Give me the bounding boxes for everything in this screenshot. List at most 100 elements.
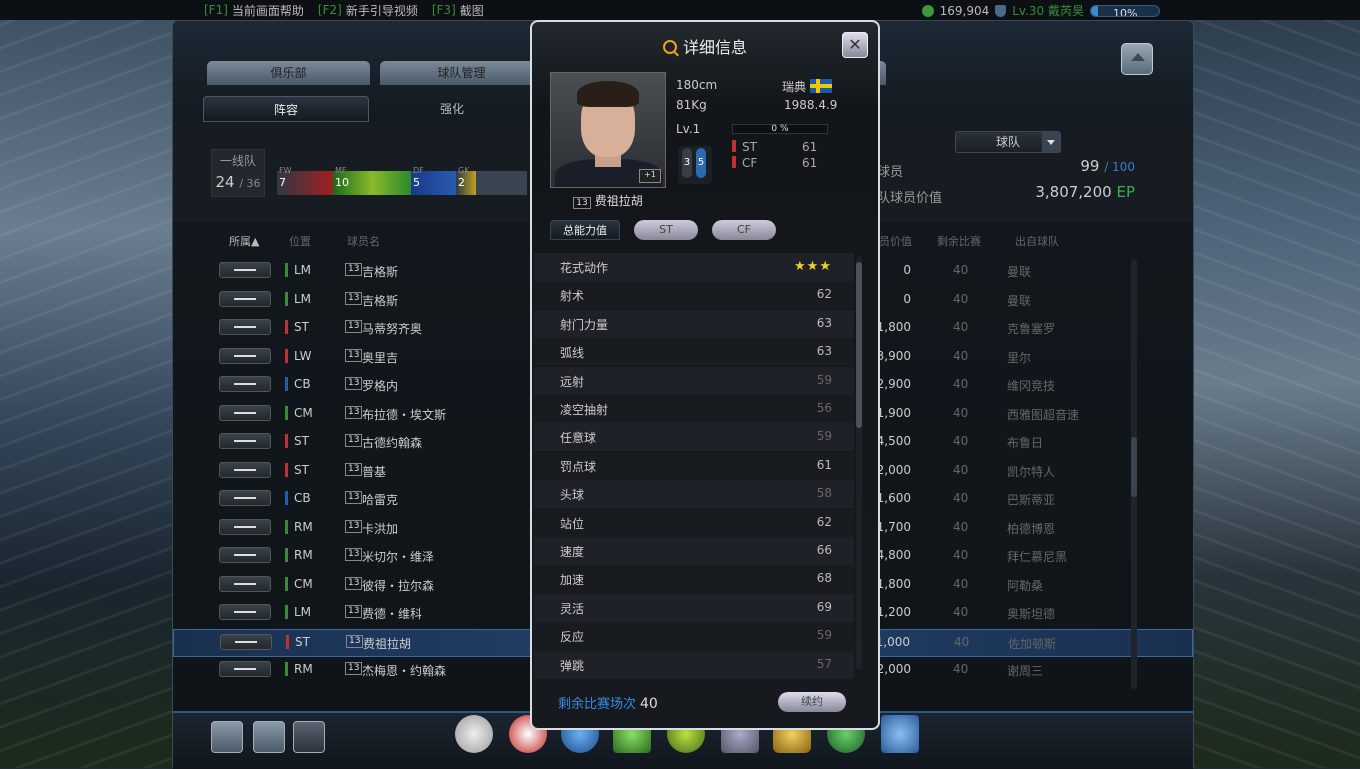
- skill-stars: ★★★: [794, 259, 832, 274]
- row-player-value: 1,000: [875, 634, 910, 649]
- col-player-value[interactable]: 员价值: [879, 233, 912, 249]
- tab-overall[interactable]: 总能力值: [550, 220, 620, 240]
- eject-button[interactable]: [1121, 43, 1153, 75]
- stat-value: 66: [816, 543, 832, 557]
- row-remaining: 40: [953, 377, 969, 391]
- row-season-badge: 13: [345, 377, 363, 390]
- col-player-name[interactable]: 球员名: [347, 233, 380, 249]
- sweden-flag-icon: [810, 79, 833, 93]
- stat-list: 花式动作 ★★★ 射术 62 射门力量 63 弧线 63 远射 59 凌空抽射 56 任意球 59 罚点球…: [534, 253, 854, 681]
- row-player-name: 马蒂努齐奥: [362, 322, 423, 336]
- row-toggle-button[interactable]: [219, 661, 271, 677]
- table-scrollbar[interactable]: [1131, 259, 1137, 689]
- cf-color-tag: [732, 156, 736, 168]
- mail-icon[interactable]: [293, 721, 325, 753]
- row-position: LM: [285, 291, 311, 306]
- tab-cf[interactable]: CF: [712, 220, 776, 240]
- stat-row: 反应 59: [534, 622, 854, 651]
- chevron-down-icon: [1042, 132, 1060, 152]
- row-season-badge: 13: [345, 605, 363, 618]
- stadium-background-right: [1190, 0, 1360, 768]
- level-progress-text: 0 %: [771, 124, 789, 134]
- row-player-value: 2,900: [876, 377, 911, 391]
- player-nation: 瑞典: [782, 78, 833, 95]
- stat-row: 远射 59: [534, 366, 854, 395]
- close-button[interactable]: ✕: [842, 32, 868, 58]
- col-origin-club[interactable]: 出自球队: [1015, 233, 1059, 249]
- stat-scroll-thumb[interactable]: [856, 262, 862, 428]
- row-club: 克鲁塞罗: [1007, 322, 1056, 336]
- row-toggle-button[interactable]: [219, 262, 271, 278]
- player-height: 180cm: [676, 78, 718, 92]
- row-player-name: 彼得・拉尔森: [362, 578, 435, 593]
- row-toggle-button[interactable]: [219, 547, 271, 563]
- row-toggle-button[interactable]: [219, 461, 271, 478]
- shop-cart-icon[interactable]: [881, 715, 919, 753]
- row-toggle-button[interactable]: [219, 319, 271, 335]
- row-toggle-button[interactable]: [219, 433, 271, 449]
- whistle-icon[interactable]: [455, 715, 493, 753]
- right-foot-rating: 5: [696, 148, 706, 178]
- table-scroll-thumb[interactable]: [1131, 437, 1137, 497]
- row-toggle-button[interactable]: [219, 290, 271, 307]
- row-toggle-button[interactable]: [219, 376, 271, 392]
- squad-value-label: 队球员价值: [877, 191, 943, 206]
- row-toggle-button[interactable]: [219, 404, 271, 421]
- hotkey-screenshot-link[interactable]: 截图: [460, 2, 484, 19]
- stat-value: 57: [816, 656, 832, 671]
- account-status: 169,904 Lv.30 戴芮昊 10%: [921, 2, 1160, 19]
- row-toggle-button[interactable]: [220, 633, 272, 650]
- tab-club[interactable]: 俱乐部: [207, 61, 370, 85]
- row-club: 柏德博恩: [1007, 521, 1056, 536]
- row-toggle-button[interactable]: [219, 347, 271, 364]
- tab-lineup[interactable]: 阵容: [203, 96, 369, 122]
- col-position[interactable]: 位置: [289, 233, 311, 249]
- col-remaining-matches[interactable]: 剩余比赛: [937, 233, 981, 249]
- position-cf: CF: [742, 156, 758, 170]
- row-position: LM: [285, 263, 311, 277]
- lineup-max: / 36: [239, 177, 261, 190]
- row-player-name: 费祖拉胡: [363, 636, 412, 651]
- squad-value-unit: EP: [1116, 183, 1135, 201]
- manager-level: Lv.30 戴芮昊: [1012, 4, 1084, 18]
- row-player-value: 3,900: [876, 348, 911, 363]
- row-season-badge: 13: [345, 263, 363, 276]
- team-filter-dropdown[interactable]: 球队: [955, 131, 1061, 153]
- manager-icon[interactable]: [211, 721, 243, 753]
- tab-st[interactable]: ST: [634, 220, 698, 240]
- row-club: 维冈竞技: [1007, 379, 1056, 393]
- stat-row: 罚点球 61: [534, 451, 854, 480]
- hotkey-video-link[interactable]: 新手引导视频: [346, 2, 418, 19]
- row-remaining: 40: [954, 634, 970, 649]
- renew-button[interactable]: 续约: [778, 692, 846, 712]
- row-remaining: 40: [953, 320, 969, 334]
- row-toggle-button[interactable]: [219, 604, 271, 620]
- row-toggle-button[interactable]: [219, 518, 271, 535]
- row-position: ST: [285, 434, 309, 448]
- row-player-value: 0: [903, 291, 911, 306]
- row-remaining: 40: [953, 491, 969, 505]
- tab-team-management[interactable]: 球队管理: [380, 61, 543, 85]
- row-remaining: 40: [953, 576, 969, 591]
- stat-row-skill: 花式动作 ★★★: [534, 253, 854, 281]
- stat-value: 61: [816, 457, 832, 472]
- sub-tabs: 阵容 强化: [203, 96, 535, 122]
- row-player-value: 0: [903, 263, 911, 277]
- row-toggle-button[interactable]: [219, 490, 271, 506]
- hotkey-help-link[interactable]: 当前画面帮助: [232, 2, 304, 19]
- row-season-badge: 13: [345, 434, 363, 447]
- team-filter-value: 球队: [995, 135, 1020, 149]
- row-toggle-button[interactable]: [219, 575, 271, 592]
- tab-enhance[interactable]: 强化: [369, 96, 535, 122]
- coin-icon: [921, 4, 934, 17]
- lineup-count-box: 一线队 24 / 36: [211, 149, 265, 197]
- stat-name: 射门力量: [560, 317, 609, 332]
- col-affiliation[interactable]: 所属▲: [229, 233, 259, 249]
- stat-scrollbar[interactable]: [856, 256, 862, 670]
- chat-icon[interactable]: [253, 721, 285, 753]
- stat-value: 69: [816, 599, 832, 614]
- stat-row: 弹跳 57: [534, 650, 854, 679]
- pos-label-df: DF: [413, 166, 424, 175]
- remaining-label: 剩余比赛场次: [558, 697, 637, 712]
- stat-row: 头球 58: [534, 480, 854, 509]
